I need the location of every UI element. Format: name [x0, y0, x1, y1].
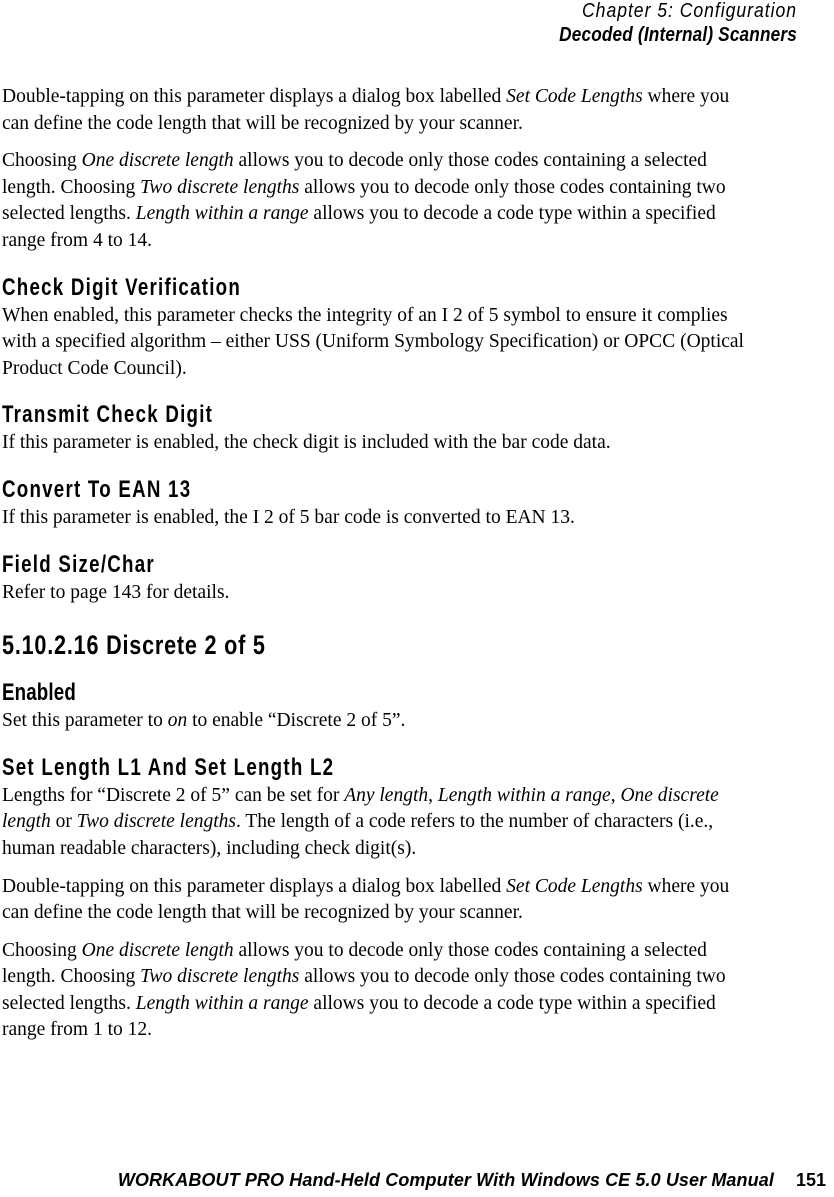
paragraph-convert-to-ean-13: If this parameter is enabled, the I 2 of…: [2, 506, 575, 528]
italic-run: Length within a range: [135, 203, 309, 225]
heading-enabled: Enabled: [2, 679, 76, 707]
text-run: Double-tapping on this parameter display…: [2, 875, 507, 897]
paragraph-check-digit-verification: When enabled, this parameter checks the …: [2, 304, 744, 379]
italic-run: Any length: [344, 784, 429, 806]
italic-run: Set Code Lengths: [506, 86, 643, 107]
running-header: Chapter 5: Configuration Decoded (Intern…: [0, 0, 797, 47]
document-page: Chapter 5: Configuration Decoded (Intern…: [0, 0, 834, 1197]
italic-run: on: [167, 710, 188, 732]
text-run: Set this parameter to: [2, 710, 168, 732]
paragraph-set-code-lengths-1: Double-tapping on this parameter display…: [2, 84, 747, 137]
text-run: Lengths for “Discrete 2 of 5” can be set…: [2, 784, 345, 806]
section-heading-discrete-2-of-5: 5.10.2.16 Discrete 2 of 5: [2, 630, 266, 661]
heading-transmit-check-digit: Transmit Check Digit: [2, 401, 214, 429]
footer-page-number: 151: [795, 1170, 826, 1190]
text-run: or: [50, 811, 77, 833]
text-run: Double-tapping on this parameter display…: [2, 86, 507, 107]
paragraph-field-size-char: Refer to page 143 for details.: [2, 581, 230, 603]
italic-run: One discrete length: [81, 150, 234, 172]
text-run: Choosing: [2, 939, 82, 961]
italic-run: One discrete length: [81, 939, 234, 961]
text-run: ,: [428, 784, 438, 806]
page-footer: WORKABOUT PRO Hand-Held Computer With Wi…: [0, 1170, 826, 1191]
paragraph-choosing-2: Choosing One discrete length allows you …: [2, 938, 747, 1044]
text-run: to enable “Discrete 2 of 5”.: [187, 710, 406, 732]
heading-convert-to-ean-13: Convert To EAN 13: [2, 475, 192, 503]
italic-run: Length within a range: [437, 784, 611, 806]
page-body: Double-tapping on this parameter display…: [2, 84, 747, 1044]
paragraph-enabled: Set this parameter to on to enable “Disc…: [2, 708, 747, 735]
paragraph-choosing-1: Choosing One discrete length allows you …: [2, 148, 747, 254]
heading-field-size-char: Field Size/Char: [2, 550, 155, 578]
running-header-chapter: Chapter 5: Configuration: [582, 0, 797, 22]
running-header-section: Decoded (Internal) Scanners: [559, 24, 797, 46]
paragraph-transmit-check-digit: If this parameter is enabled, the check …: [2, 432, 611, 454]
italic-run: Two discrete lengths: [140, 176, 300, 198]
paragraph-set-code-lengths-2: Double-tapping on this parameter display…: [2, 874, 747, 927]
text-run: ,: [610, 784, 621, 806]
italic-run: Two discrete lengths: [140, 966, 300, 988]
footer-manual-title: WORKABOUT PRO Hand-Held Computer With Wi…: [117, 1170, 774, 1190]
text-run: Choosing: [2, 150, 82, 172]
italic-run: Set Code Lengths: [506, 875, 643, 897]
heading-set-length-l1-and-l2: Set Length L1 And Set Length L2: [2, 753, 335, 781]
paragraph-set-length-lengths: Lengths for “Discrete 2 of 5” can be set…: [2, 783, 747, 863]
italic-run: Length within a range: [135, 992, 309, 1014]
heading-check-digit-verification: Check Digit Verification: [2, 273, 242, 301]
italic-run: Two discrete lengths: [76, 811, 236, 833]
